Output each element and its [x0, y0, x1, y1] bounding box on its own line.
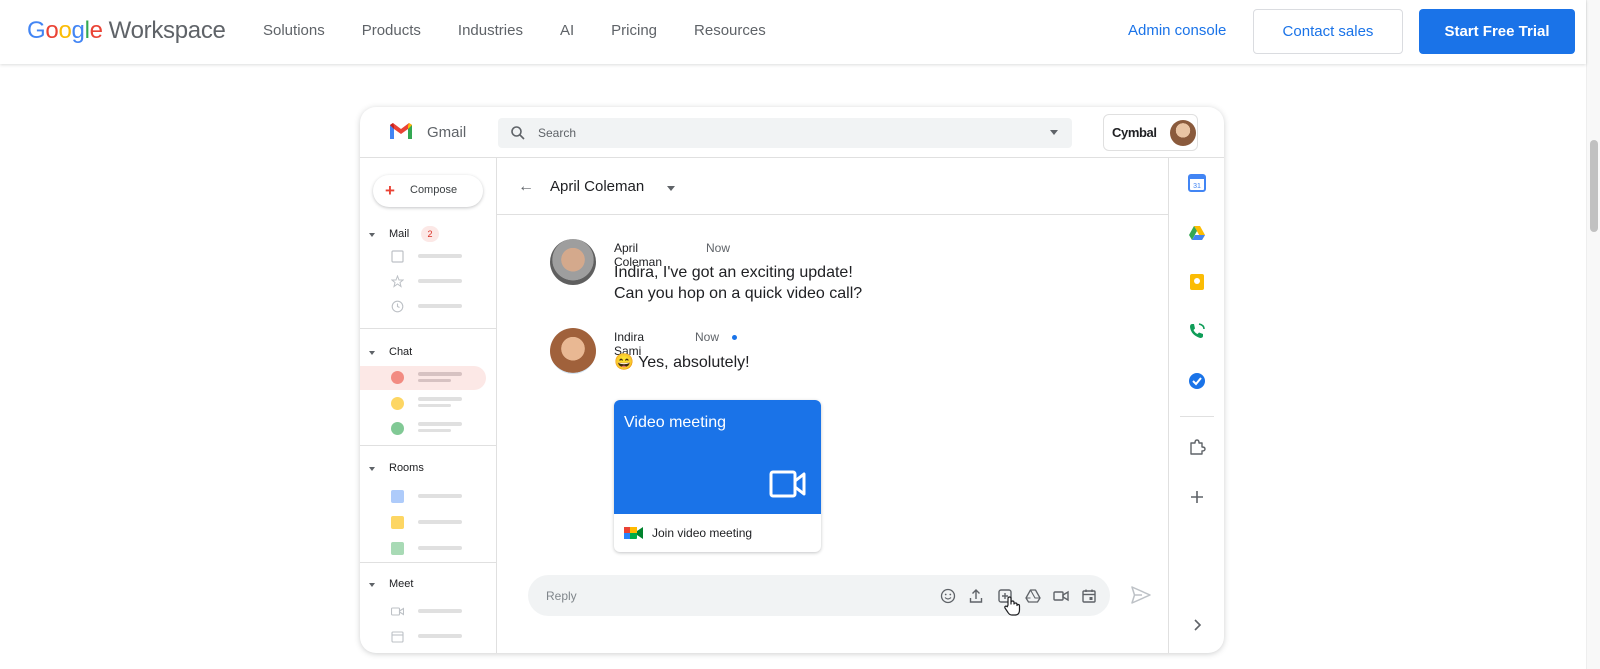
- collapse-icon[interactable]: [369, 233, 375, 237]
- grinning-face-emoji: 😄: [614, 354, 634, 371]
- join-video-meeting-link[interactable]: Join video meeting: [652, 526, 752, 540]
- unread-badge: 2: [421, 226, 439, 242]
- nav-link-industries[interactable]: Industries: [458, 22, 523, 39]
- gmail-app-name: Gmail: [427, 124, 467, 141]
- start-free-trial-button[interactable]: Start Free Trial: [1419, 9, 1575, 54]
- room-item[interactable]: [360, 538, 496, 558]
- search-placeholder: Search: [538, 126, 577, 140]
- nav-link-pricing[interactable]: Pricing: [611, 22, 657, 39]
- video-meeting-card[interactable]: Video meeting Join video meeting: [614, 400, 821, 552]
- message-text: Indira, I've got an exciting update!: [614, 264, 853, 281]
- sidebar-item-starred[interactable]: [360, 271, 496, 291]
- sidebar-item-snoozed[interactable]: [360, 296, 496, 316]
- reply-placeholder: Reply: [546, 589, 577, 603]
- reply-input[interactable]: Reply: [528, 575, 1110, 616]
- google-workspace-logo[interactable]: Google Workspace: [27, 17, 226, 45]
- send-icon[interactable]: [1130, 585, 1152, 605]
- avatar: [550, 328, 596, 374]
- nav-link-products[interactable]: Products: [362, 22, 421, 39]
- conversation-header: ← April Coleman: [497, 158, 1168, 215]
- top-navigation: Google Workspace Solutions Products Indus…: [0, 0, 1586, 64]
- video-call-icon[interactable]: [1053, 588, 1069, 604]
- section-mail[interactable]: Mail 2: [360, 226, 496, 248]
- voice-icon[interactable]: [1188, 322, 1206, 340]
- message-text: 😄 Yes, absolutely!: [614, 354, 750, 371]
- chevron-right-icon[interactable]: [1188, 616, 1206, 634]
- section-chat[interactable]: Chat: [360, 346, 496, 366]
- addons-icon[interactable]: [1188, 438, 1206, 456]
- chat-avatar-icon: [391, 422, 404, 435]
- conversation-title: April Coleman: [550, 178, 645, 195]
- svg-text:31: 31: [1193, 183, 1201, 190]
- message-text: Can you hop on a quick video call?: [614, 285, 863, 302]
- compose-button[interactable]: + Compose: [373, 175, 483, 207]
- conversation-pane: ← April Coleman April Coleman Now Indira…: [497, 158, 1168, 653]
- gmail-header: Gmail Search Cymbal: [360, 107, 1224, 158]
- back-arrow-icon[interactable]: ←: [518, 178, 534, 196]
- page-scrollbar[interactable]: [1586, 0, 1600, 669]
- clock-icon: [391, 300, 404, 313]
- nav-link-ai[interactable]: AI: [560, 22, 574, 39]
- room-icon: [391, 542, 404, 555]
- meet-item-new[interactable]: [360, 601, 496, 621]
- room-icon: [391, 490, 404, 503]
- section-meet[interactable]: Meet: [360, 578, 496, 598]
- calendar-icon[interactable]: [1081, 588, 1097, 604]
- calendar-icon: [391, 631, 404, 643]
- emoji-icon[interactable]: [940, 588, 956, 604]
- room-item[interactable]: [360, 486, 496, 506]
- nav-links: Solutions Products Industries AI Pricing…: [263, 22, 803, 39]
- account-switcher[interactable]: Cymbal: [1103, 114, 1198, 151]
- scrollbar-thumb[interactable]: [1590, 140, 1598, 232]
- hand-cursor-icon: [1004, 596, 1021, 616]
- cymbal-logo: Cymbal: [1112, 125, 1157, 140]
- tasks-icon[interactable]: [1188, 372, 1206, 390]
- upload-icon[interactable]: [968, 588, 984, 604]
- avatar: [550, 239, 596, 285]
- sidebar-item-inbox[interactable]: [360, 246, 496, 266]
- calendar-icon[interactable]: 31: [1188, 174, 1206, 192]
- search-options-dropdown-icon[interactable]: [1050, 130, 1058, 135]
- chat-avatar-icon: [391, 397, 404, 410]
- status-dot-icon: [732, 335, 737, 340]
- drive-icon[interactable]: [1188, 224, 1206, 242]
- video-camera-icon: [769, 470, 806, 498]
- room-item[interactable]: [360, 512, 496, 532]
- gmail-chat-illustration: Gmail Search Cymbal + Compose Mail 2 Cha…: [360, 107, 1224, 653]
- chevron-down-icon[interactable]: [667, 186, 675, 191]
- video-card-title: Video meeting: [624, 414, 726, 431]
- right-side-panel: 31: [1168, 158, 1224, 653]
- message-time: Now: [695, 330, 720, 344]
- collapse-icon[interactable]: [369, 467, 375, 471]
- chat-item[interactable]: [360, 418, 496, 438]
- meet-item-schedule[interactable]: [360, 626, 496, 646]
- search-icon: [511, 126, 525, 140]
- chat-item-selected[interactable]: [360, 366, 486, 390]
- nav-link-solutions[interactable]: Solutions: [263, 22, 325, 39]
- star-icon: [391, 275, 404, 288]
- collapse-icon[interactable]: [369, 351, 375, 355]
- message-time: Now: [706, 241, 731, 255]
- chat-avatar-icon: [391, 371, 404, 384]
- add-icon[interactable]: [1188, 488, 1206, 506]
- contact-sales-button[interactable]: Contact sales: [1253, 9, 1403, 54]
- room-icon: [391, 516, 404, 529]
- chat-item[interactable]: [360, 393, 496, 413]
- inbox-icon: [391, 250, 404, 263]
- left-sidebar: + Compose Mail 2 Chat Rooms Meet: [360, 158, 497, 653]
- video-icon: [391, 607, 404, 616]
- plus-icon: +: [385, 181, 395, 200]
- nav-link-resources[interactable]: Resources: [694, 22, 766, 39]
- drive-icon[interactable]: [1025, 588, 1041, 604]
- admin-console-link[interactable]: Admin console: [1128, 22, 1226, 39]
- search-bar[interactable]: Search: [498, 118, 1072, 148]
- collapse-icon[interactable]: [369, 583, 375, 587]
- section-rooms[interactable]: Rooms: [360, 462, 496, 482]
- avatar[interactable]: [1170, 120, 1196, 146]
- google-meet-icon: [624, 527, 643, 539]
- keep-icon[interactable]: [1188, 273, 1206, 291]
- gmail-logo-icon: [390, 123, 412, 139]
